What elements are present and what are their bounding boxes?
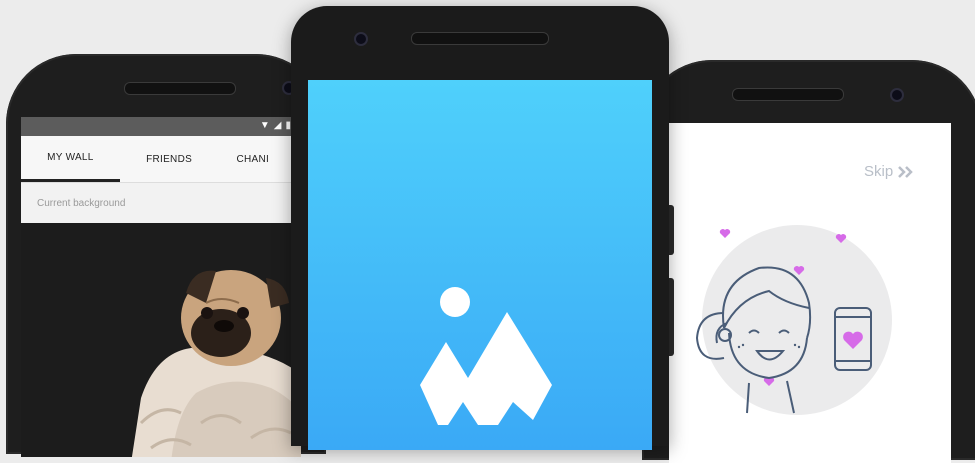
status-bar: ▼◢▮ (21, 117, 301, 136)
center-phone-speaker (411, 32, 549, 45)
center-phone-camera (354, 32, 368, 46)
tab-channels[interactable]: CHANI (218, 136, 301, 182)
right-phone-speaker (732, 88, 844, 101)
right-phone: Skip (642, 60, 975, 463)
girl-with-phone-hearts-icon (695, 229, 872, 414)
tab-bar: MY WALL FRIENDS CHANI (21, 136, 301, 183)
left-phone-speaker (124, 82, 236, 95)
mountain-logo-icon (420, 287, 552, 425)
center-phone (291, 6, 669, 450)
power-button (669, 205, 674, 255)
pug-photo-icon (131, 270, 301, 457)
right-phone-screen: Skip (669, 123, 951, 463)
splash-screen (308, 80, 652, 450)
status-icons: ▼◢▮ (259, 120, 295, 131)
tab-my-wall[interactable]: MY WALL (21, 136, 120, 182)
current-background-label: Current background (21, 183, 301, 224)
right-phone-camera (890, 88, 904, 102)
left-phone-screen: ▼◢▮ MY WALL FRIENDS CHANI Current backgr… (21, 117, 301, 457)
left-phone: ▼◢▮ MY WALL FRIENDS CHANI Current backgr… (6, 54, 326, 457)
tab-friends[interactable]: FRIENDS (120, 136, 219, 182)
background-photo[interactable] (21, 223, 301, 457)
volume-button (669, 278, 674, 356)
